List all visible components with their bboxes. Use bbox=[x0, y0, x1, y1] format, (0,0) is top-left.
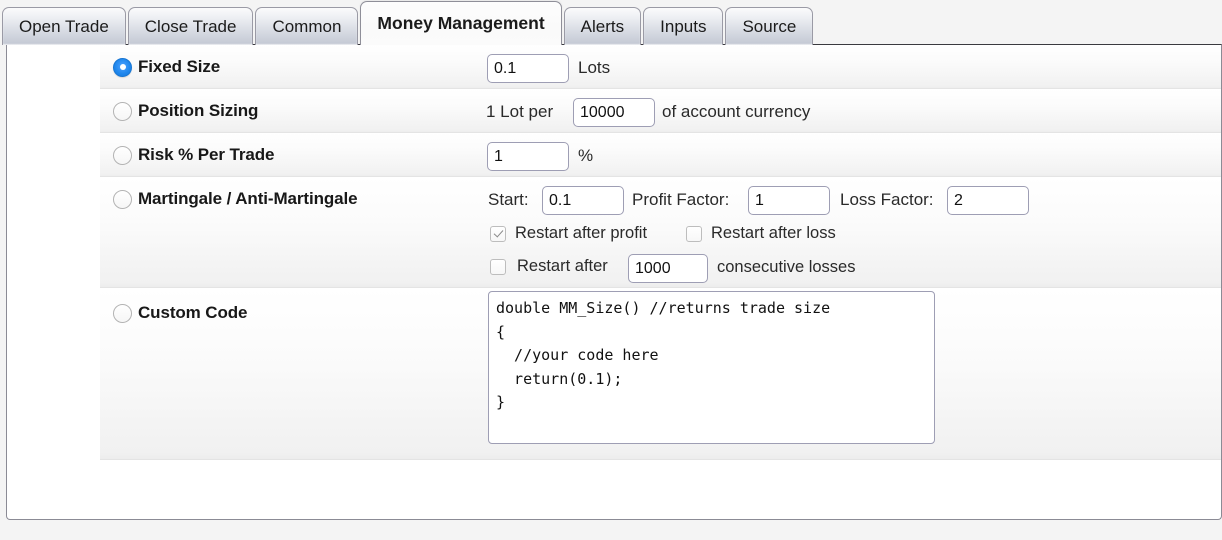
tab-source[interactable]: Source bbox=[725, 7, 814, 45]
martingale-profit-factor-label: Profit Factor: bbox=[632, 190, 730, 209]
fixed-size-option[interactable]: Fixed Size bbox=[113, 57, 220, 77]
restart-after-suffix-label: consecutive losses bbox=[717, 258, 856, 276]
fixed-size-label: Fixed Size bbox=[138, 57, 221, 76]
restart-after-profit-label: Restart after profit bbox=[515, 224, 648, 242]
checkbox-restart-after-loss[interactable] bbox=[686, 225, 702, 242]
restart-after-loss-label: Restart after loss bbox=[711, 224, 836, 242]
fixed-size-lots-input[interactable] bbox=[487, 54, 569, 83]
martingale-loss-factor-input[interactable] bbox=[947, 186, 1029, 215]
position-sizing-label: Position Sizing bbox=[138, 101, 259, 120]
checkbox-restart-after-consecutive-losses[interactable] bbox=[490, 258, 506, 275]
option-rows: Fixed Size Lots Position Sizing 1 Lot pe… bbox=[100, 45, 1221, 519]
tab-label: Common bbox=[272, 16, 342, 36]
radio-position-sizing[interactable] bbox=[113, 101, 132, 121]
martingale-loss-factor-label: Loss Factor: bbox=[840, 190, 934, 209]
fixed-size-unit-label: Lots bbox=[578, 58, 611, 77]
restart-after-loss-option[interactable]: Restart after loss bbox=[686, 224, 836, 243]
position-sizing-suffix-label: of account currency bbox=[662, 102, 811, 121]
restart-after-label: Restart after bbox=[517, 257, 608, 275]
tab-label: Inputs bbox=[660, 16, 707, 36]
martingale-profit-factor-input[interactable] bbox=[748, 186, 830, 215]
radio-fixed-size[interactable] bbox=[113, 57, 132, 77]
tab-label: Money Management bbox=[377, 13, 545, 33]
risk-percent-option[interactable]: Risk % Per Trade bbox=[113, 145, 274, 165]
position-sizing-prefix-label: 1 Lot per bbox=[486, 102, 554, 121]
position-sizing-option[interactable]: Position Sizing bbox=[113, 101, 258, 121]
tab-alerts[interactable]: Alerts bbox=[563, 7, 642, 45]
row-position-sizing: Position Sizing 1 Lot per of account cur… bbox=[100, 89, 1221, 133]
restart-after-losses-input[interactable] bbox=[628, 254, 708, 283]
tab-inputs[interactable]: Inputs bbox=[643, 7, 724, 45]
custom-code-option[interactable]: Custom Code bbox=[113, 303, 248, 323]
checkbox-restart-after-profit[interactable] bbox=[490, 225, 506, 242]
tab-common[interactable]: Common bbox=[255, 7, 359, 45]
restart-after-consecutive-option[interactable]: Restart after bbox=[490, 257, 608, 276]
tab-label: Open Trade bbox=[19, 16, 109, 36]
risk-percent-unit-label: % bbox=[578, 146, 594, 165]
tab-label: Close Trade bbox=[144, 16, 237, 36]
martingale-label: Martingale / Anti-Martingale bbox=[138, 189, 358, 208]
martingale-start-input[interactable] bbox=[542, 186, 624, 215]
martingale-start-label: Start: bbox=[488, 190, 529, 209]
money-management-settings-window: Open Trade Close Trade Common Money Mana… bbox=[0, 0, 1222, 540]
tab-bar: Open Trade Close Trade Common Money Mana… bbox=[0, 0, 1222, 45]
tab-open-trade[interactable]: Open Trade bbox=[2, 7, 126, 45]
tab-money-management[interactable]: Money Management bbox=[360, 1, 562, 45]
martingale-option[interactable]: Martingale / Anti-Martingale bbox=[113, 189, 358, 209]
custom-code-editor[interactable]: double MM_Size() //returns trade size { … bbox=[488, 291, 935, 444]
row-custom-code: Custom Code double MM_Size() //returns t… bbox=[100, 288, 1221, 460]
row-risk-percent: Risk % Per Trade % bbox=[100, 133, 1221, 177]
row-martingale: Martingale / Anti-Martingale Start: Prof… bbox=[100, 177, 1221, 288]
radio-risk-percent[interactable] bbox=[113, 145, 132, 165]
row-fixed-size: Fixed Size Lots bbox=[100, 45, 1221, 89]
custom-code-label: Custom Code bbox=[138, 303, 248, 322]
restart-after-profit-option[interactable]: Restart after profit bbox=[490, 224, 647, 243]
tab-close-trade[interactable]: Close Trade bbox=[127, 7, 254, 45]
risk-percent-input[interactable] bbox=[487, 142, 569, 171]
radio-martingale[interactable] bbox=[113, 189, 132, 209]
tab-label: Source bbox=[742, 16, 797, 36]
risk-percent-label: Risk % Per Trade bbox=[138, 145, 275, 164]
money-management-panel: Fixed Size Lots Position Sizing 1 Lot pe… bbox=[6, 44, 1222, 520]
radio-custom-code[interactable] bbox=[113, 303, 132, 323]
tab-label: Alerts bbox=[580, 16, 625, 36]
position-sizing-amount-input[interactable] bbox=[573, 98, 655, 127]
